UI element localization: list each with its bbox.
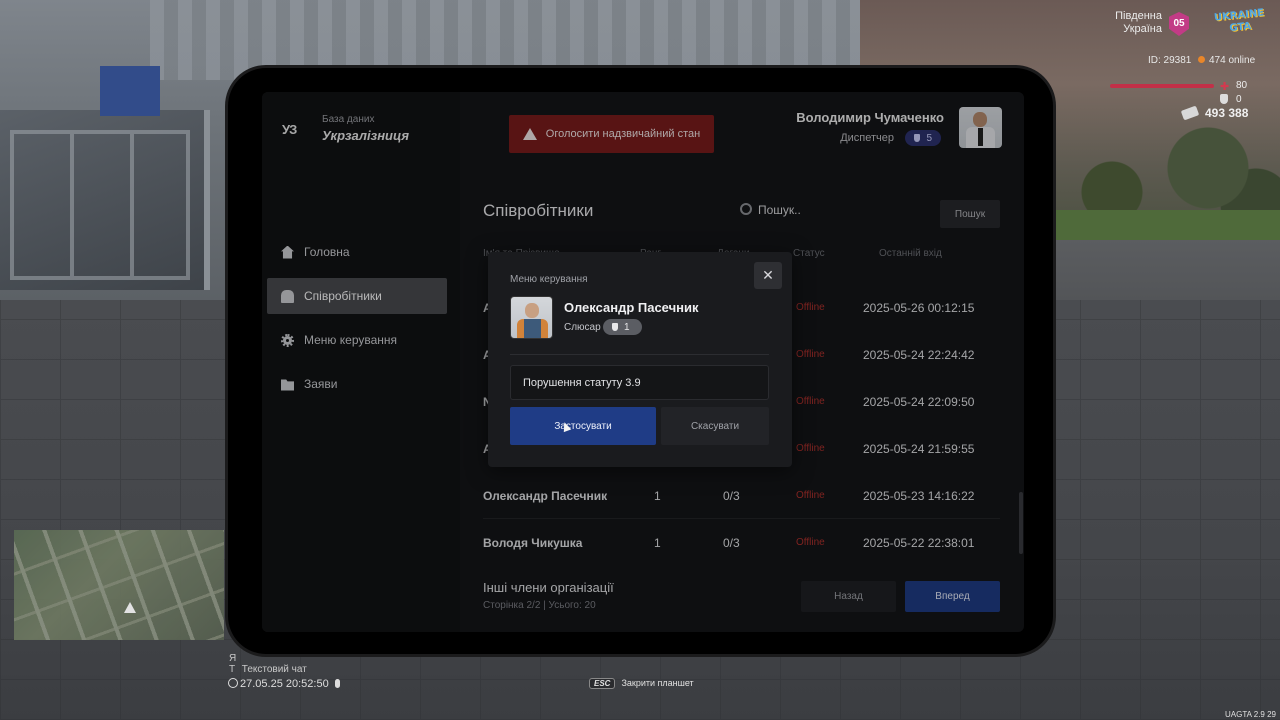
employee-avatar-vest [524,319,541,338]
reason-input[interactable] [510,365,769,400]
clock-icon [228,678,238,688]
health-value: 80 [1236,80,1248,91]
apply-button[interactable]: Застосувати [510,407,656,445]
text-chat-key: T [229,664,236,675]
tablet: УЗ База даних Укрзалізниця Головна Співр… [228,68,1053,654]
employee-level-badge: 1 [603,319,642,335]
armor-shield-icon [1220,94,1228,104]
text-chat-label: Текстовий чат [241,664,307,675]
server-logo: UKRAINE GTA [1211,7,1270,41]
hud-region-line2: Україна [1123,23,1162,35]
online-dot-icon [1198,56,1205,63]
modal-title: Меню керування [510,274,588,285]
shield-icon [612,323,618,331]
health-bar [1110,84,1214,88]
chat-hint: Я T Текстовий чат [229,653,307,675]
cancel-button[interactable]: Скасувати [661,407,769,445]
modal-divider [510,354,769,355]
close-tablet-hint: ESC Закрити планшет [589,678,694,689]
health-cross-icon: ✚ [1220,81,1230,93]
minimap [14,530,224,640]
glass-entrance [0,110,210,290]
control-menu-modal: Меню керування ✕ Олександр Пасечник Слюс… [488,252,792,467]
hud-region-line1: Південна [1115,10,1162,22]
station-sign [100,66,160,116]
player-id: ID: 29381 [1148,55,1192,66]
employee-role: Слюсар [564,322,601,333]
chat-key: Я [229,653,237,664]
online-count: 474 online [1198,55,1255,66]
close-tablet-label: Закрити планшет [621,678,694,688]
microphone-icon [334,679,340,688]
armor-value: 0 [1236,94,1242,105]
datetime: 27.05.25 20:52:50 [228,678,340,690]
close-icon[interactable]: ✕ [754,262,782,289]
tablet-screen: УЗ База даних Укрзалізниця Головна Співр… [262,92,1024,632]
glass-door-frame [10,130,190,280]
datetime-text: 27.05.25 20:52:50 [240,678,329,690]
online-count-text: 474 online [1209,55,1256,66]
employee-name: Олександр Пасечник [564,300,699,315]
employee-avatar [510,296,553,339]
esc-key: ESC [589,678,616,689]
hud-region-label: Південна Україна [1112,10,1162,36]
employee-avatar-head [525,303,539,318]
money-value: 493 388 [1205,106,1249,120]
version-label: UAGTA 2.9 29 [1225,710,1276,719]
employee-level: 1 [624,321,630,333]
minimap-roads [14,530,224,640]
player-marker-icon [124,602,136,613]
